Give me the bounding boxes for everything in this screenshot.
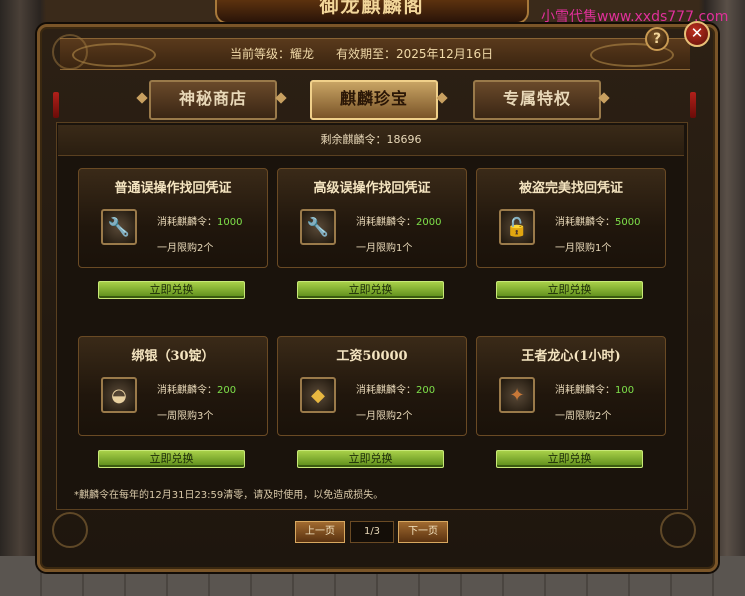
item-card: 高级误操作找回凭证 🔧 消耗麒麟令：2000 一月限购1个	[277, 168, 467, 268]
item-name: 绑银（30锭）	[131, 349, 215, 364]
item-card: 工资50000 ◆ 消耗麒麟令：200 一月限购2个	[277, 336, 467, 436]
item-name: 王者龙心(1小时)	[521, 349, 621, 364]
page-indicator: 1/3	[350, 521, 394, 543]
item-name: 工资50000	[336, 349, 408, 364]
redeem-button[interactable]: 立即兑换	[98, 281, 245, 299]
item-card: 被盗完美找回凭证 🔓 消耗麒麟令：5000 一月限购1个	[476, 168, 666, 268]
gold-pouch-icon: ◆	[300, 377, 336, 413]
item-cost: 消耗麒麟令：2000	[356, 217, 442, 228]
corner-ornament	[660, 512, 696, 548]
item-cost: 消耗麒麟令：200	[157, 385, 237, 396]
corner-ornament	[52, 512, 88, 548]
dragon-heart-icon: ✦	[499, 377, 535, 413]
item-cost: 消耗麒麟令：100	[555, 385, 635, 396]
item-card: 绑银（30锭） ◒ 消耗麒麟令：200 一周限购3个	[78, 336, 268, 436]
redeem-button[interactable]: 立即兑换	[297, 450, 444, 468]
close-button[interactable]: ✕	[684, 21, 710, 47]
silver-ingot-icon: ◒	[101, 377, 137, 413]
item-limit: 一周限购2个	[555, 411, 612, 422]
tab-exclusive-privileges[interactable]: 专属特权	[473, 80, 601, 120]
item-limit: 一周限购3个	[157, 411, 214, 422]
help-button[interactable]: ?	[645, 27, 669, 51]
item-limit: 一月限购2个	[356, 411, 413, 422]
wrench-icon: 🔧	[300, 209, 336, 245]
wrench-icon: 🔧	[101, 209, 137, 245]
item-limit: 一月限购1个	[356, 243, 413, 254]
next-page-button[interactable]: 下一页	[398, 521, 448, 543]
tab-mystery-shop[interactable]: 神秘商店	[149, 80, 277, 120]
prev-page-button[interactable]: 上一页	[295, 521, 345, 543]
item-card: 普通误操作找回凭证 🔧 消耗麒麟令：1000 一月限购2个	[78, 168, 268, 268]
redeem-button[interactable]: 立即兑换	[297, 281, 444, 299]
item-name: 被盗完美找回凭证	[518, 181, 623, 196]
item-limit: 一月限购1个	[555, 243, 612, 254]
red-tassel-left	[53, 92, 59, 118]
item-name: 高级误操作找回凭证	[313, 181, 431, 196]
item-cost: 消耗麒麟令：200	[356, 385, 436, 396]
window-title: 御龙麒麟阁	[215, 0, 529, 24]
redeem-button[interactable]: 立即兑换	[98, 450, 245, 468]
reset-notice: *麒麟令在每年的12月31日23:59清零，请及时使用，以免造成损失。	[74, 490, 384, 501]
item-cost: 消耗麒麟令：1000	[157, 217, 243, 228]
redeem-button[interactable]: 立即兑换	[496, 450, 643, 468]
remaining-tokens: 剩余麒麟令：18696	[58, 125, 684, 156]
expiry-date: 有效期至：2025年12月16日	[336, 47, 494, 61]
item-cost: 消耗麒麟令：5000	[555, 217, 641, 228]
lock-icon: 🔓	[499, 209, 535, 245]
redeem-button[interactable]: 立即兑换	[496, 281, 643, 299]
item-limit: 一月限购2个	[157, 243, 214, 254]
item-card: 王者龙心(1小时) ✦ 消耗麒麟令：100 一周限购2个	[476, 336, 666, 436]
tab-qilin-treasure[interactable]: 麒麟珍宝	[310, 80, 438, 120]
vip-level: 当前等级：耀龙	[230, 47, 315, 61]
item-name: 普通误操作找回凭证	[114, 181, 232, 196]
corner-ornament	[52, 34, 88, 70]
red-tassel-right	[690, 92, 696, 118]
